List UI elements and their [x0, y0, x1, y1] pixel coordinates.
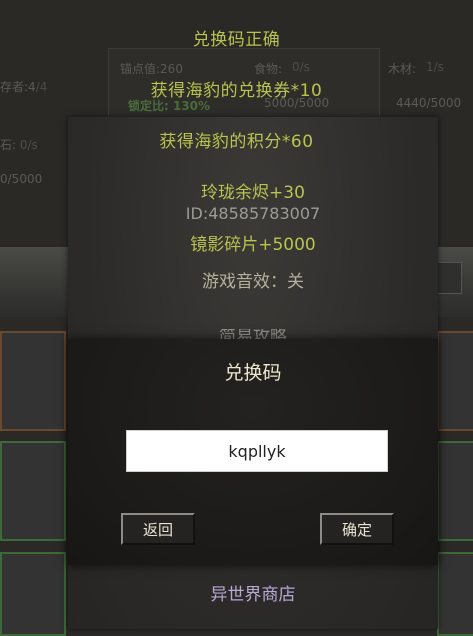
stone-capacity: 0/5000	[0, 172, 43, 186]
toast-redeem-correct: 兑换码正确	[192, 30, 281, 50]
redeem-code-input[interactable]	[126, 430, 388, 472]
toast-points-reward: 获得海豹的积分*60	[159, 132, 314, 152]
shop-button[interactable]: 异世界商店	[68, 580, 438, 605]
back-button[interactable]: 返回	[121, 513, 195, 545]
toast-coupon-reward: 获得海豹的兑换券*10	[150, 81, 323, 101]
mirror-shard-reward: 镜影碎片+5000	[190, 235, 316, 255]
event-card-5[interactable]	[437, 441, 473, 541]
wood-label: 木材:	[388, 62, 417, 76]
event-card-6[interactable]	[437, 552, 473, 636]
confirm-button[interactable]: 确定	[320, 513, 394, 545]
event-card-2[interactable]	[0, 441, 66, 541]
anchor-value: 锚点值:260	[120, 62, 183, 76]
guide-link-partial: 简易攻略	[219, 329, 287, 339]
food-rate: 0/s	[292, 60, 310, 74]
dialog-title: 兑换码	[224, 362, 282, 384]
wood-rate: 1/s	[426, 60, 444, 74]
event-card-1[interactable]	[0, 331, 66, 431]
event-card-3[interactable]	[0, 552, 66, 636]
ember-reward: 玲珑余烬+30	[201, 183, 305, 203]
player-id: ID:48585783007	[185, 204, 321, 223]
food-label: 食物:	[254, 62, 283, 76]
sound-toggle[interactable]: 游戏音效：关	[68, 267, 438, 292]
event-card-4[interactable]	[437, 331, 473, 431]
